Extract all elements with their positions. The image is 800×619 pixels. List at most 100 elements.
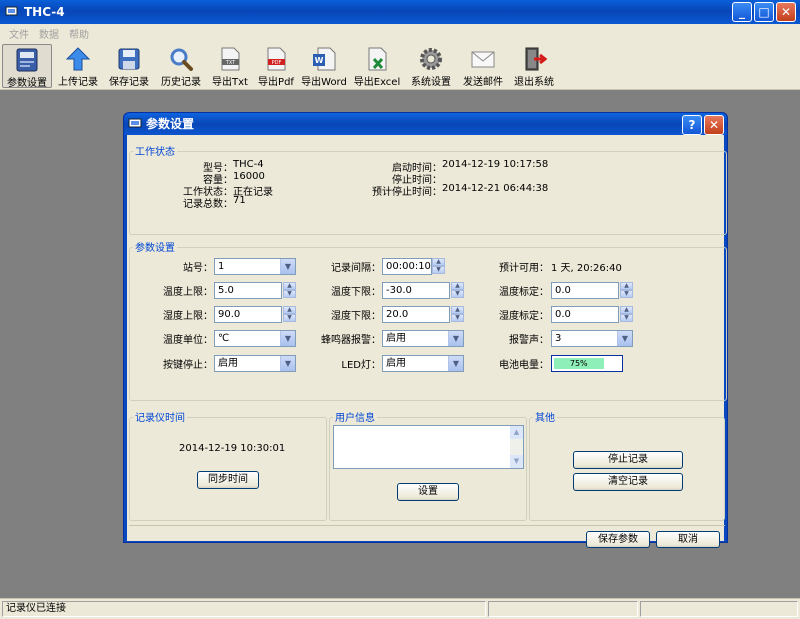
spin-up-icon[interactable]: ▲ [283, 306, 296, 314]
key-stop-label: 按键停止： [163, 360, 213, 371]
menu-bar: 文件 数据 帮助 [0, 24, 800, 42]
toolbar: 参数设置 上传记录 保存记录 历史记录 TXT 导出Txt PDF 导出Pdf … [0, 42, 800, 90]
spin-down-icon[interactable]: ▼ [451, 290, 464, 298]
chevron-down-icon[interactable]: ▼ [280, 259, 295, 274]
toolbar-system-settings-button[interactable]: 系统设置 [406, 44, 456, 88]
start-time-value: 2014-12-19 10:17:58 [442, 159, 549, 170]
sync-time-button[interactable]: 同步时间 [197, 471, 259, 489]
chevron-down-icon[interactable]: ▼ [280, 356, 295, 371]
status-cell-2 [488, 601, 638, 617]
save-params-button[interactable]: 保存参数 [586, 531, 650, 548]
app-title: THC-4 [24, 5, 65, 19]
menu-data[interactable]: 数据 [34, 24, 64, 42]
temp-cal-label: 温度标定： [499, 287, 549, 298]
work-status-legend: 工作状态 [133, 143, 177, 158]
scroll-down-icon[interactable]: ▼ [510, 455, 523, 468]
temp-cal-stepper[interactable]: ▲ ▼ [620, 282, 633, 299]
hum-high-stepper[interactable]: ▲ ▼ [283, 306, 296, 323]
user-info-set-button[interactable]: 设置 [397, 483, 459, 501]
hum-high-label: 湿度上限： [163, 311, 213, 322]
cancel-button[interactable]: 取消 [656, 531, 720, 548]
upload-arrow-icon [65, 47, 91, 71]
temp-unit-label: 温度单位： [163, 335, 213, 346]
record-total-value: 71 [233, 195, 246, 206]
maximize-button[interactable]: □ [754, 2, 774, 22]
led-label: LED灯： [341, 360, 381, 371]
status-text: 记录仪已连接 [2, 601, 486, 617]
spin-down-icon[interactable]: ▼ [432, 266, 445, 274]
spin-up-icon[interactable]: ▲ [432, 258, 445, 266]
spin-down-icon[interactable]: ▼ [283, 314, 296, 322]
hum-cal-stepper[interactable]: ▲ ▼ [620, 306, 633, 323]
key-stop-select[interactable]: 启用 ▼ [214, 355, 296, 372]
toolbar-exit-button[interactable]: 退出系统 [510, 44, 558, 88]
hum-high-input[interactable]: 90.0 [214, 306, 282, 323]
settings-panel-icon [16, 48, 38, 72]
buzzer-select[interactable]: 启用 ▼ [382, 330, 464, 347]
temp-low-stepper[interactable]: ▲ ▼ [451, 282, 464, 299]
word-file-icon: W [313, 47, 336, 71]
temp-cal-input[interactable]: 0.0 [551, 282, 619, 299]
toolbar-export-word-button[interactable]: W 导出Word [300, 44, 348, 88]
clear-record-button[interactable]: 清空记录 [573, 473, 683, 491]
pdf-file-icon: PDF [267, 47, 286, 71]
toolbar-send-email-button[interactable]: 发送邮件 [458, 44, 508, 88]
toolbar-save-button[interactable]: 保存记录 [104, 44, 154, 88]
spin-up-icon[interactable]: ▲ [283, 282, 296, 290]
spin-up-icon[interactable]: ▲ [620, 282, 633, 290]
help-button[interactable]: ? [682, 115, 702, 135]
user-info-textarea[interactable]: ▲ ▼ [333, 425, 524, 469]
dialog-title: 参数设置 [146, 117, 195, 131]
minimize-button[interactable]: _ [732, 2, 752, 22]
param-settings-legend: 参数设置 [133, 239, 177, 254]
temp-high-input[interactable]: 5.0 [214, 282, 282, 299]
battery-meter: 75% [551, 355, 623, 372]
dialog-title-bar[interactable]: 参数设置 ? ✕ [124, 113, 727, 135]
menu-file[interactable]: 文件 [4, 24, 34, 42]
close-button[interactable]: ✕ [776, 2, 796, 22]
dialog-app-icon [128, 118, 142, 128]
dialog-body: 工作状态 型号： THC-4 容量： 16000 工作状态： 正在记录 记录总数… [127, 135, 727, 548]
spin-up-icon[interactable]: ▲ [451, 306, 464, 314]
led-select[interactable]: 启用 ▼ [382, 355, 464, 372]
spin-down-icon[interactable]: ▼ [283, 290, 296, 298]
txt-file-icon: TXT [221, 47, 240, 71]
toolbar-export-excel-button[interactable]: 导出Excel [350, 44, 404, 88]
spin-up-icon[interactable]: ▲ [620, 306, 633, 314]
toolbar-param-settings-button[interactable]: 参数设置 [2, 44, 52, 89]
alarm-select[interactable]: 3 ▼ [551, 330, 633, 347]
chevron-down-icon[interactable]: ▼ [280, 331, 295, 346]
envelope-icon [471, 51, 495, 68]
spin-down-icon[interactable]: ▼ [451, 314, 464, 322]
toolbar-export-txt-button[interactable]: TXT 导出Txt [208, 44, 252, 88]
dialog-close-button[interactable]: ✕ [704, 115, 724, 135]
scroll-up-icon[interactable]: ▲ [510, 426, 523, 439]
textarea-scrollbar[interactable]: ▲ ▼ [510, 426, 523, 468]
temp-low-input[interactable]: -30.0 [382, 282, 450, 299]
temp-unit-select[interactable]: ℃ ▼ [214, 330, 296, 347]
hum-low-stepper[interactable]: ▲ ▼ [451, 306, 464, 323]
app-title-bar[interactable]: THC-4 _ □ ✕ [0, 0, 800, 24]
stop-record-button[interactable]: 停止记录 [573, 451, 683, 469]
toolbar-upload-button[interactable]: 上传记录 [54, 44, 102, 88]
toolbar-history-button[interactable]: 历史记录 [156, 44, 206, 88]
buzzer-label: 蜂鸣器报警： [321, 335, 381, 346]
chevron-down-icon[interactable]: ▼ [617, 331, 632, 346]
temp-high-stepper[interactable]: ▲ ▼ [283, 282, 296, 299]
chevron-down-icon[interactable]: ▼ [448, 331, 463, 346]
hum-low-input[interactable]: 20.0 [382, 306, 450, 323]
logger-time-value: 2014-12-19 10:30:01 [179, 443, 286, 454]
spin-down-icon[interactable]: ▼ [620, 314, 633, 322]
spin-down-icon[interactable]: ▼ [620, 290, 633, 298]
spin-up-icon[interactable]: ▲ [451, 282, 464, 290]
hum-cal-input[interactable]: 0.0 [551, 306, 619, 323]
expected-stop-value: 2014-12-21 06:44:38 [442, 183, 549, 194]
other-legend: 其他 [533, 409, 557, 424]
menu-help[interactable]: 帮助 [64, 24, 94, 42]
toolbar-export-pdf-button[interactable]: PDF 导出Pdf [254, 44, 298, 88]
temp-high-label: 温度上限： [163, 287, 213, 298]
chevron-down-icon[interactable]: ▼ [448, 356, 463, 371]
interval-input[interactable]: 00:00:10 [382, 258, 432, 275]
interval-stepper[interactable]: ▲ ▼ [432, 258, 445, 275]
station-select[interactable]: 1 ▼ [214, 258, 296, 275]
